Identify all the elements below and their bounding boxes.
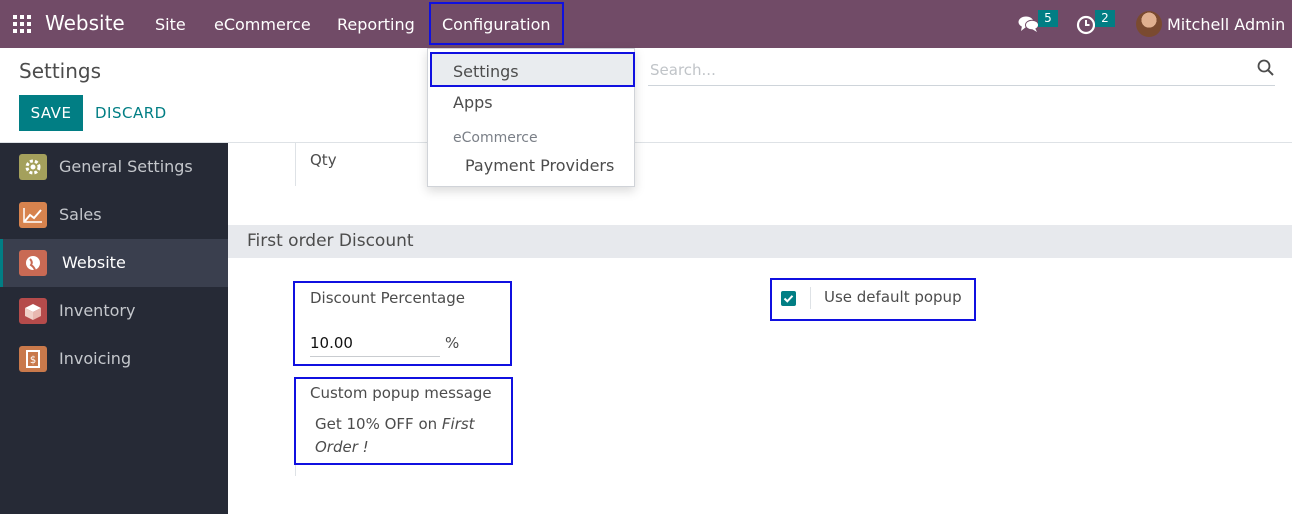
sidebar-label: Website [62,253,126,272]
messages-badge: 5 [1038,10,1058,27]
control-panel: Settings SAVE DISCARD Search... [0,48,1292,143]
dropdown-item-apps[interactable]: Apps [453,93,493,112]
menu-reporting[interactable]: Reporting [337,15,415,34]
chart-icon [19,202,47,228]
discount-percentage-label: Discount Percentage [310,289,466,307]
divider [810,287,811,309]
user-menu[interactable]: Mitchell Admin [1167,15,1285,34]
section-title: First order Discount [247,231,414,251]
box-icon [19,298,47,324]
default-popup-checkbox[interactable] [781,291,796,306]
discard-button[interactable]: DISCARD [95,104,167,122]
sidebar-item-sales[interactable]: Sales [0,191,228,239]
sidebar-label: Sales [59,205,102,224]
configuration-highlight [429,2,564,45]
percent-unit: % [445,334,460,352]
sidebar-label: Invoicing [59,349,132,368]
default-popup-label: Use default popup [824,288,962,306]
invoice-icon: $ [19,346,47,372]
custom-popup-message[interactable]: Get 10% OFF on First Order ! [315,413,505,459]
sidebar-label: General Settings [59,157,193,176]
app-brand[interactable]: Website [45,11,125,35]
sidebar-label: Inventory [59,301,136,320]
sidebar-item-website[interactable]: Website [0,239,228,287]
sidebar-item-general-settings[interactable]: General Settings [0,143,228,191]
popup-message-italic: Order ! [315,438,369,456]
default-popup-setting: Use default popup [770,278,976,321]
check-icon [783,295,794,303]
apps-menu-icon[interactable] [13,15,31,33]
popup-message-text: Get 10% OFF on [315,415,442,433]
dropdown-item-settings[interactable]: Settings [453,62,519,81]
globe-icon [19,250,47,276]
discount-percentage-input[interactable]: 10.00 [310,334,440,357]
menu-site[interactable]: Site [155,15,186,34]
svg-text:$: $ [30,355,36,366]
settings-sidebar: General Settings Sales Website Inventory… [0,143,228,514]
page-title: Settings [19,59,102,83]
search-icon[interactable] [1257,59,1275,77]
sidebar-item-inventory[interactable]: Inventory [0,287,228,335]
popup-message-italic: First [441,415,475,433]
activities-badge: 2 [1095,10,1115,27]
clock-icon[interactable] [1076,15,1096,35]
dropdown-section-ecommerce: eCommerce [453,130,538,146]
top-navbar: Website Site eCommerce Reporting Configu… [0,0,1292,48]
search-input[interactable]: Search... [648,58,1275,86]
sidebar-item-invoicing[interactable]: $ Invoicing [0,335,228,383]
settings-content: Qty First order Discount Discount Percen… [228,143,1292,514]
section-header: First order Discount [228,225,1292,258]
divider [295,143,296,186]
menu-ecommerce[interactable]: eCommerce [214,15,311,34]
custom-popup-label: Custom popup message [310,384,492,402]
configuration-dropdown: Settings Apps eCommerce Payment Provider… [427,48,635,187]
custom-popup-setting: Custom popup message Get 10% OFF on Firs… [294,377,513,465]
discount-percentage-setting: Discount Percentage 10.00 % [293,281,512,366]
qty-label: Qty [310,151,337,169]
dropdown-item-payment-providers[interactable]: Payment Providers [465,156,614,175]
gear-icon [19,154,47,180]
avatar[interactable] [1136,11,1162,37]
messages-icon[interactable] [1018,14,1040,34]
search-placeholder: Search... [650,61,716,79]
save-button[interactable]: SAVE [19,95,83,131]
